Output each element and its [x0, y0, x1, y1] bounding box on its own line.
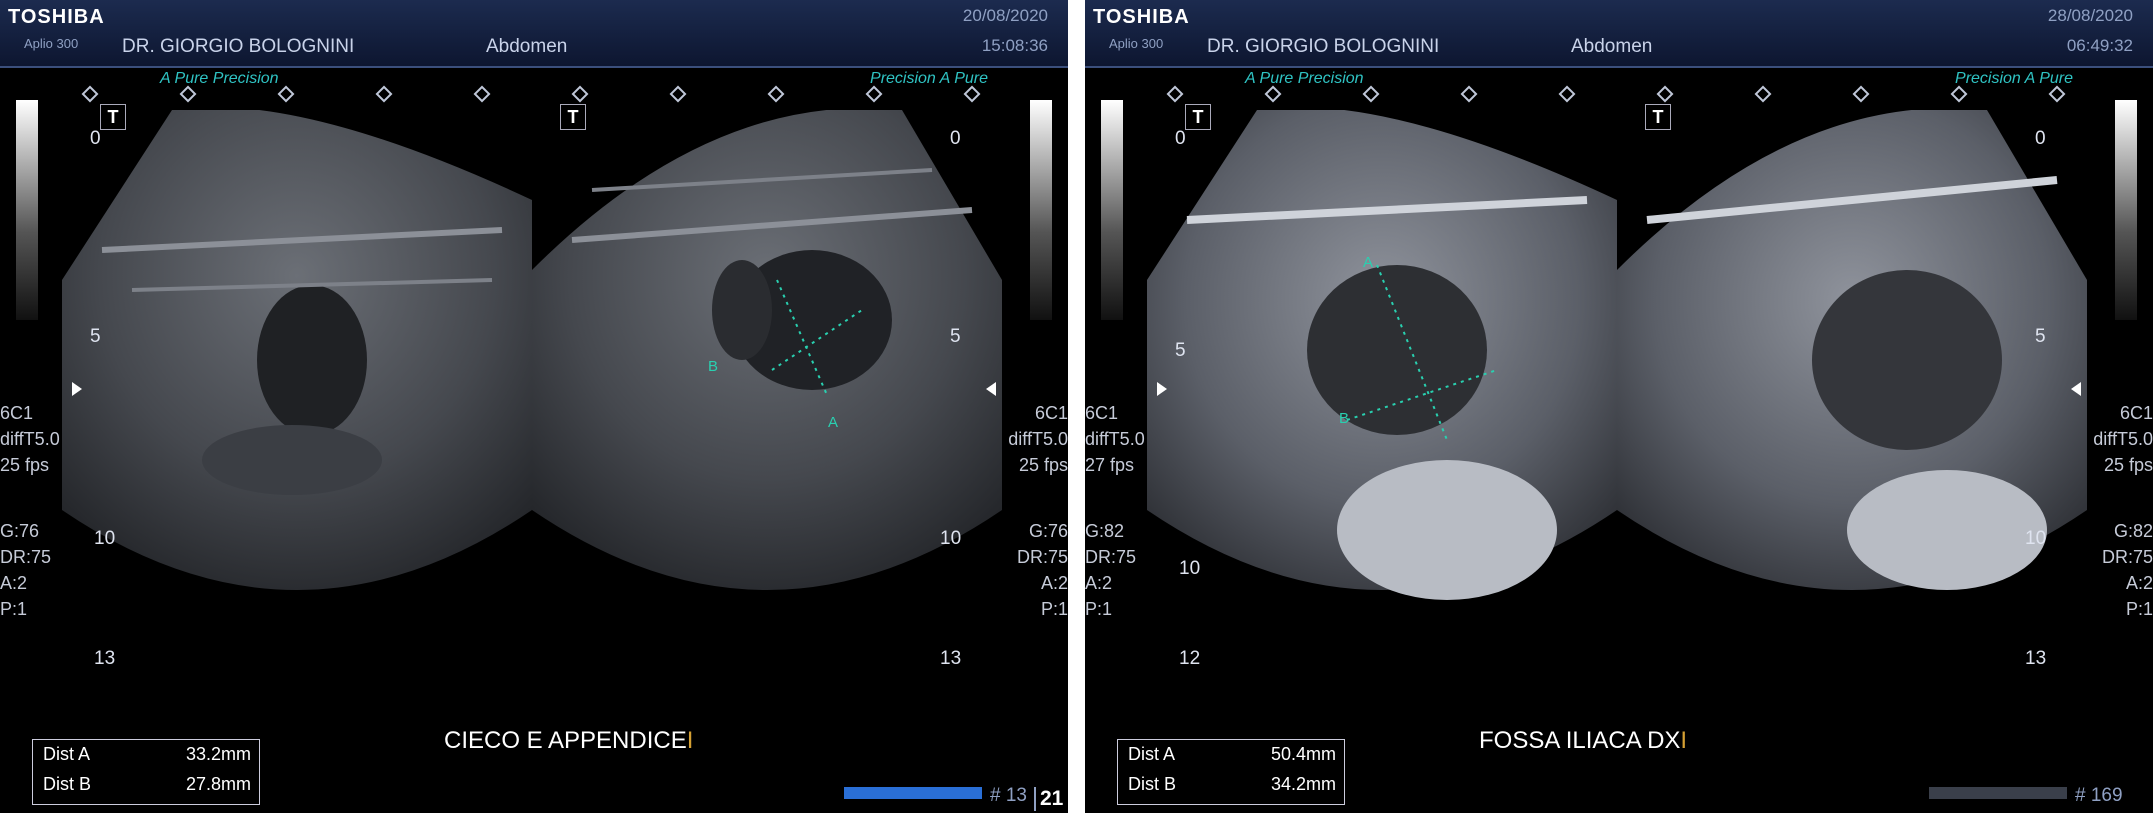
depth-left-10: 10 — [94, 528, 116, 549]
frame-counter: # 13 — [990, 785, 1027, 806]
depth-left-5: 5 — [90, 326, 101, 347]
depth-left-12: 12 — [1179, 648, 1201, 669]
depth-right-13: 13 — [940, 648, 962, 669]
grayscale-bar-right — [1030, 100, 1052, 320]
ultrasound-panel-1: TOSHIBA Aplio 300 DR. GIORGIO BOLOGNINI … — [0, 0, 1068, 813]
ultrasound-image-right — [1617, 110, 2087, 590]
measurement-box: Dist A 33.2mm Dist B 27.8mm — [32, 739, 260, 805]
grayscale-bar-right — [2115, 100, 2137, 320]
annotation-text: CIECO E APPENDICEI — [444, 727, 694, 754]
annotation-text: FOSSA ILIACA DXI — [1479, 727, 1688, 754]
depth-left-5: 5 — [1175, 340, 1186, 361]
measurement-row-a: Dist A 33.2mm — [43, 744, 251, 764]
exam-time: 15:08:36 — [981, 36, 1048, 55]
model-label: Aplio 300 — [24, 36, 79, 51]
focus-arrow-right — [2071, 382, 2081, 396]
depth-dots-top — [1166, 85, 2069, 103]
doctor-name: DR. GIORGIO BOLOGNINI — [122, 36, 355, 57]
depth-left-0: 0 — [90, 128, 101, 149]
depth-left-0: 0 — [1175, 128, 1186, 149]
params-right: 6C1 diffT5.0 25 fps G:82 DR:75 A:2 P:1 — [2093, 403, 2153, 619]
ultrasound-image-left — [62, 110, 532, 590]
ultrasound-image-right — [532, 110, 1002, 590]
cine-progress-bar[interactable] — [844, 787, 982, 799]
caliper-marker-b: B — [708, 358, 719, 375]
frame-counter: # 169 — [2075, 785, 2123, 806]
ultrasound-image-left — [1147, 110, 1617, 600]
focus-arrow-left — [72, 382, 82, 396]
measurement-box: Dist A 50.4mm Dist B 34.2mm — [1117, 739, 1345, 805]
exam-date: 20/08/2020 — [962, 6, 1048, 25]
depth-left-13: 13 — [94, 648, 116, 669]
header-bar: TOSHIBA Aplio 300 DR. GIORGIO BOLOGNINI … — [0, 0, 1068, 68]
grayscale-bar-left — [1101, 100, 1123, 320]
brand-logo: TOSHIBA — [1093, 6, 1190, 28]
caliper-marker-a: A — [828, 414, 839, 431]
cine-progress-bar[interactable] — [1929, 787, 2067, 799]
header-bar: TOSHIBA Aplio 300 DR. GIORGIO BOLOGNINI … — [1085, 0, 2153, 68]
doctor-name: DR. GIORGIO BOLOGNINI — [1207, 36, 1440, 57]
depth-right-0: 0 — [950, 128, 961, 149]
params-left: 6C1 diffT5.0 25 fps G:76 DR:75 A:2 P:1 — [0, 403, 60, 619]
model-label: Aplio 300 — [1109, 36, 1164, 51]
exam-type: Abdomen — [1571, 36, 1653, 57]
exam-time: 06:49:32 — [2066, 36, 2133, 55]
depth-dots-top — [81, 85, 984, 103]
mode-label-left: A Pure Precision — [160, 70, 279, 87]
measurement-row-b: Dist B 27.8mm — [43, 774, 251, 794]
params-left: 6C1 diffT5.0 27 fps G:82 DR:75 A:2 P:1 — [1085, 403, 1145, 619]
exam-date: 28/08/2020 — [2047, 6, 2133, 25]
depth-right-10: 10 — [940, 528, 962, 549]
focus-arrow-right — [986, 382, 996, 396]
depth-left-10: 10 — [1179, 558, 1201, 579]
depth-right-5: 5 — [950, 326, 961, 347]
depth-right-13: 13 — [2025, 648, 2047, 669]
depth-right-5: 5 — [2035, 326, 2046, 347]
focus-arrow-left — [1157, 382, 1167, 396]
ultrasound-panel-2: TOSHIBA Aplio 300 DR. GIORGIO BOLOGNINI … — [1085, 0, 2153, 813]
brand-logo: TOSHIBA — [8, 6, 105, 28]
frame-number: 21 — [1034, 787, 1063, 811]
caliper-marker-a: A — [1363, 254, 1374, 271]
depth-right-10: 10 — [2025, 528, 2047, 549]
depth-right-0: 0 — [2035, 128, 2046, 149]
grayscale-bar-left — [16, 100, 38, 320]
measurement-row-b: Dist B 34.2mm — [1128, 774, 1336, 794]
caliper-marker-b: B — [1339, 410, 1350, 427]
mode-label-left: A Pure Precision — [1245, 70, 1364, 87]
measurement-row-a: Dist A 50.4mm — [1128, 744, 1336, 764]
exam-type: Abdomen — [486, 36, 568, 57]
params-right: 6C1 diffT5.0 25 fps G:76 DR:75 A:2 P:1 — [1008, 403, 1068, 619]
